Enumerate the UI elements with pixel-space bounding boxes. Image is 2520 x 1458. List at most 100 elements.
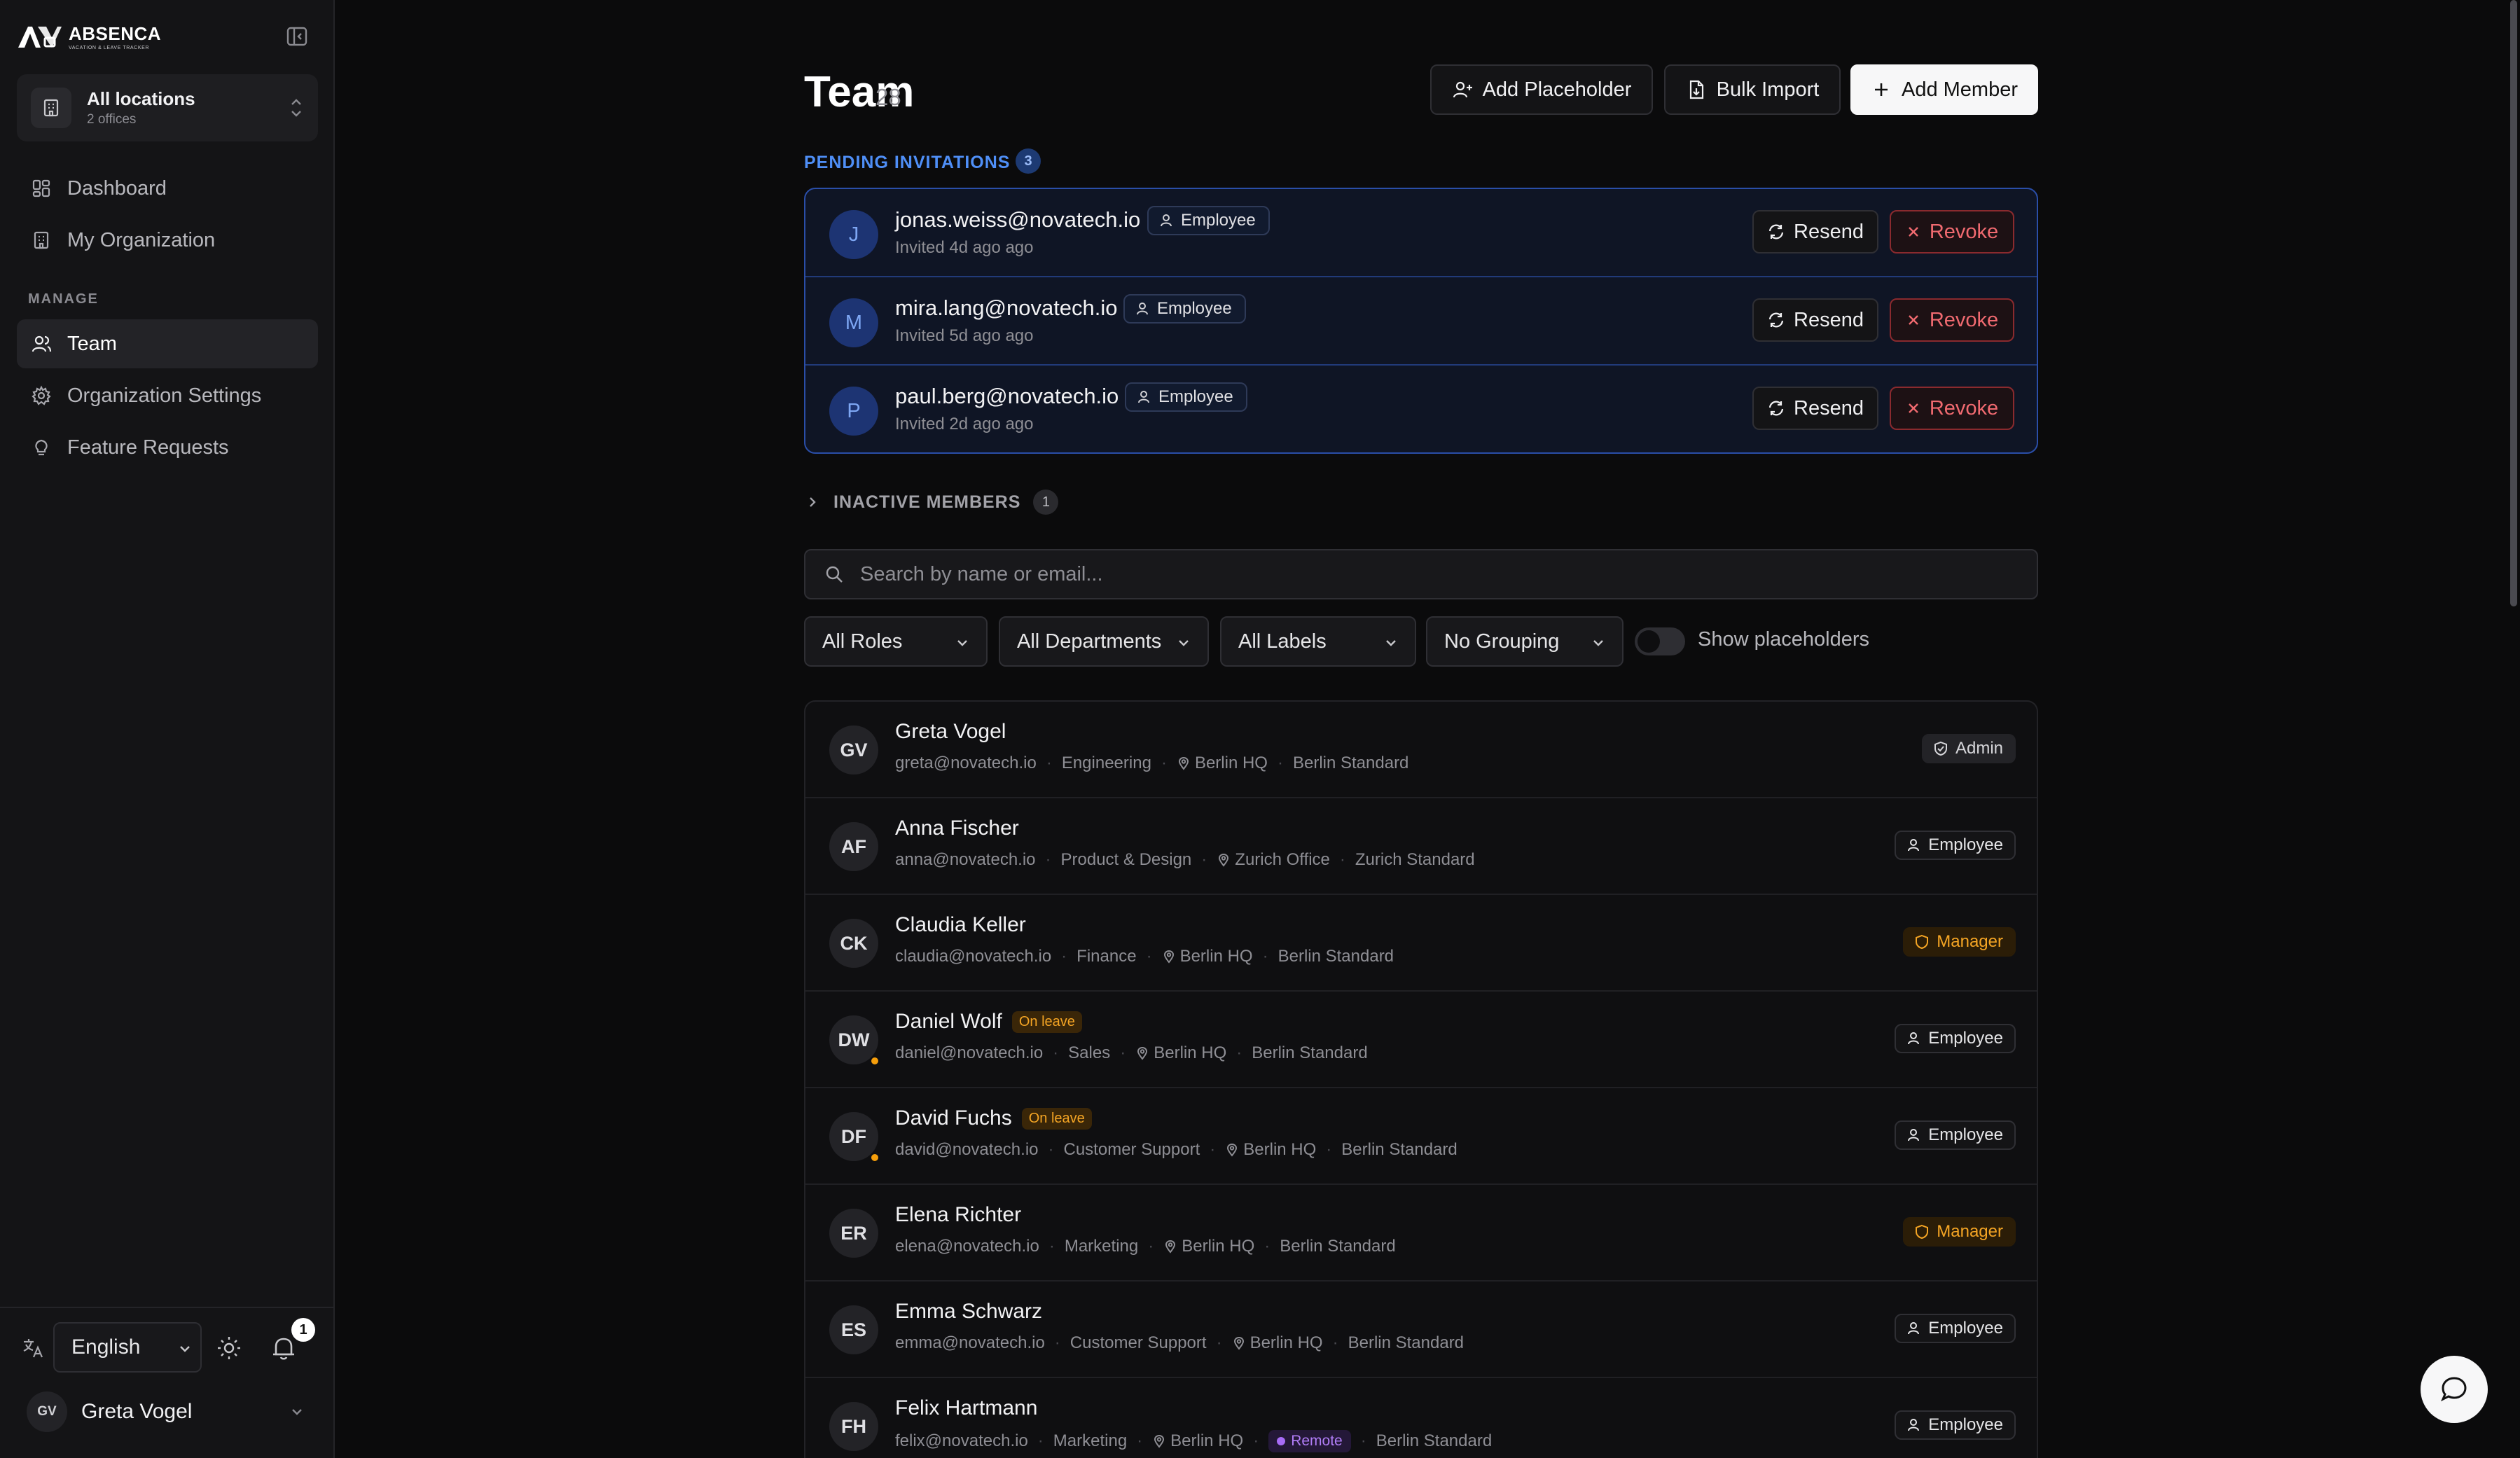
role-badge: Employee bbox=[1895, 1314, 2016, 1343]
sidebar-item-organization-settings[interactable]: Organization Settings bbox=[17, 371, 318, 420]
member-meta: elena@novatech.io · Marketing · Berlin HQ · Be… bbox=[895, 1237, 1396, 1256]
search-icon bbox=[826, 566, 843, 583]
search-input[interactable] bbox=[860, 562, 1981, 586]
toggle-knob bbox=[1638, 630, 1660, 653]
users-icon bbox=[32, 335, 52, 352]
grouping-select[interactable]: No Grouping bbox=[1426, 616, 1624, 667]
member-department: Sales bbox=[1068, 1043, 1111, 1062]
member-meta: claudia@novatech.io · Finance · Berlin HQ · Be… bbox=[895, 947, 1394, 966]
map-pin-icon bbox=[1178, 756, 1189, 770]
member-location: Berlin HQ bbox=[1249, 1333, 1323, 1352]
member-policy: Berlin Standard bbox=[1280, 1237, 1396, 1256]
table-row[interactable]: ES Emma Schwarz emma@novatech.io · Customer … bbox=[805, 1282, 2037, 1378]
brand-logo[interactable]: ABSENCA VACATION & LEAVE TRACKER bbox=[17, 21, 161, 52]
resend-button[interactable]: Resend bbox=[1752, 210, 1878, 254]
avatar: ER bbox=[829, 1209, 878, 1258]
resend-button[interactable]: Resend bbox=[1752, 387, 1878, 430]
inactive-members-label: INACTIVE MEMBERS bbox=[833, 492, 1021, 512]
language-select[interactable]: English bbox=[53, 1322, 202, 1373]
status-dot bbox=[870, 1056, 880, 1066]
refresh-icon bbox=[1768, 401, 1784, 416]
location-subtitle: 2 offices bbox=[87, 112, 137, 127]
building-icon bbox=[31, 88, 71, 128]
chevron-up-down-icon bbox=[291, 99, 301, 117]
table-row[interactable]: DW Daniel Wolf On leave daniel@novatech.io ·… bbox=[805, 992, 2037, 1088]
location-switcher[interactable]: All locations 2 offices bbox=[17, 74, 318, 141]
table-row[interactable]: DF David Fuchs On leave david@novatech.io · C… bbox=[805, 1088, 2037, 1185]
user-menu[interactable]: GV Greta Vogel bbox=[17, 1387, 318, 1437]
add-placeholder-button[interactable]: Add Placeholder bbox=[1430, 64, 1653, 115]
member-department: Customer Support bbox=[1069, 1333, 1207, 1352]
building-icon bbox=[34, 231, 49, 249]
role-badge: Employee bbox=[1895, 831, 2016, 860]
avatar: J bbox=[829, 210, 878, 259]
lightbulb-icon bbox=[35, 439, 48, 456]
member-policy: Berlin Standard bbox=[1348, 1333, 1465, 1352]
member-meta: emma@novatech.io · Customer Support · Berlin… bbox=[895, 1333, 1465, 1352]
labels-filter[interactable]: All Labels bbox=[1220, 616, 1416, 667]
revoke-button[interactable]: Revoke bbox=[1890, 210, 2014, 254]
user-icon bbox=[1908, 1032, 1920, 1045]
departments-filter[interactable]: All Departments bbox=[999, 616, 1209, 667]
scrollbar[interactable] bbox=[2510, 0, 2517, 606]
sidebar-item-feature-requests[interactable]: Feature Requests bbox=[17, 423, 318, 472]
close-icon bbox=[1908, 403, 1918, 413]
add-member-button[interactable]: Add Member bbox=[1850, 64, 2038, 115]
resend-button[interactable]: Resend bbox=[1752, 298, 1878, 342]
user-icon bbox=[1908, 1419, 1920, 1431]
sidebar-item-team[interactable]: Team bbox=[17, 319, 318, 368]
status-dot bbox=[870, 1153, 880, 1162]
member-location: Berlin HQ bbox=[1170, 1431, 1244, 1450]
member-location: Berlin HQ bbox=[1243, 1140, 1317, 1159]
invitation-row: P paul.berg@novatech.io Employee Invited… bbox=[805, 366, 2037, 452]
avatar: CK bbox=[829, 919, 878, 968]
member-department: Engineering bbox=[1061, 754, 1151, 772]
revoke-button[interactable]: Revoke bbox=[1890, 298, 2014, 342]
role-badge: Employee bbox=[1147, 206, 1270, 235]
shield-icon bbox=[1916, 934, 1929, 950]
member-name: Emma Schwarz bbox=[895, 1300, 1043, 1323]
member-name: David Fuchs On leave bbox=[895, 1106, 1092, 1130]
chevron-down-icon bbox=[1386, 640, 1396, 646]
chevron-down-icon bbox=[180, 1346, 190, 1352]
member-meta: anna@novatech.io · Product & Design · Zurich… bbox=[895, 850, 1475, 869]
member-policy: Berlin Standard bbox=[1292, 754, 1409, 772]
sun-icon[interactable] bbox=[216, 1335, 242, 1361]
roles-filter[interactable]: All Roles bbox=[804, 616, 988, 667]
member-location: Berlin HQ bbox=[1182, 1237, 1255, 1256]
member-location: Berlin HQ bbox=[1179, 947, 1253, 966]
role-badge: Employee bbox=[1895, 1024, 2016, 1053]
refresh-icon bbox=[1768, 312, 1784, 328]
table-row[interactable]: GV Greta Vogel greta@novatech.io · Engineeri… bbox=[805, 702, 2037, 798]
invitation-row: J jonas.weiss@novatech.io Employee Invit… bbox=[805, 189, 2037, 277]
chat-bubble-icon bbox=[2441, 1377, 2467, 1402]
chevron-right-icon bbox=[810, 497, 816, 507]
invitation-time: Invited 2d ago ago bbox=[895, 415, 1034, 433]
table-row[interactable]: ER Elena Richter elena@novatech.io · Marketi… bbox=[805, 1185, 2037, 1282]
member-policy: Berlin Standard bbox=[1376, 1431, 1493, 1450]
sidebar-item-label: My Organization bbox=[67, 228, 216, 251]
member-email: elena@novatech.io bbox=[895, 1237, 1039, 1256]
search-box[interactable] bbox=[804, 549, 2038, 599]
member-email: daniel@novatech.io bbox=[895, 1043, 1044, 1062]
table-row[interactable]: FH Felix Hartmann felix@novatech.io · Market… bbox=[805, 1378, 2037, 1458]
revoke-button[interactable]: Revoke bbox=[1890, 387, 2014, 430]
pending-invitations-label: PENDING INVITATIONS bbox=[804, 153, 1011, 172]
sidebar-item-dashboard[interactable]: Dashboard bbox=[17, 164, 318, 213]
member-department: Marketing bbox=[1064, 1237, 1139, 1256]
member-policy: Zurich Standard bbox=[1355, 850, 1475, 869]
sidebar-item-my-organization[interactable]: My Organization bbox=[17, 216, 318, 265]
sidebar-collapse-icon[interactable] bbox=[286, 25, 308, 48]
member-department: Finance bbox=[1076, 947, 1137, 966]
member-policy: Berlin Standard bbox=[1341, 1140, 1458, 1159]
bulk-import-button[interactable]: Bulk Import bbox=[1664, 64, 1841, 115]
avatar: GV bbox=[829, 725, 878, 775]
show-placeholders-toggle[interactable] bbox=[1635, 627, 1685, 655]
table-row[interactable]: AF Anna Fischer anna@novatech.io · Product &… bbox=[805, 798, 2037, 895]
table-row[interactable]: CK Claudia Keller claudia@novatech.io · Fina… bbox=[805, 895, 2037, 992]
chat-button[interactable] bbox=[2421, 1356, 2488, 1423]
dashboard-icon bbox=[32, 179, 50, 197]
inactive-members-toggle[interactable]: INACTIVE MEMBERS 1 bbox=[804, 486, 1059, 518]
user-icon bbox=[1908, 839, 1920, 852]
member-department: Product & Design bbox=[1060, 850, 1192, 869]
